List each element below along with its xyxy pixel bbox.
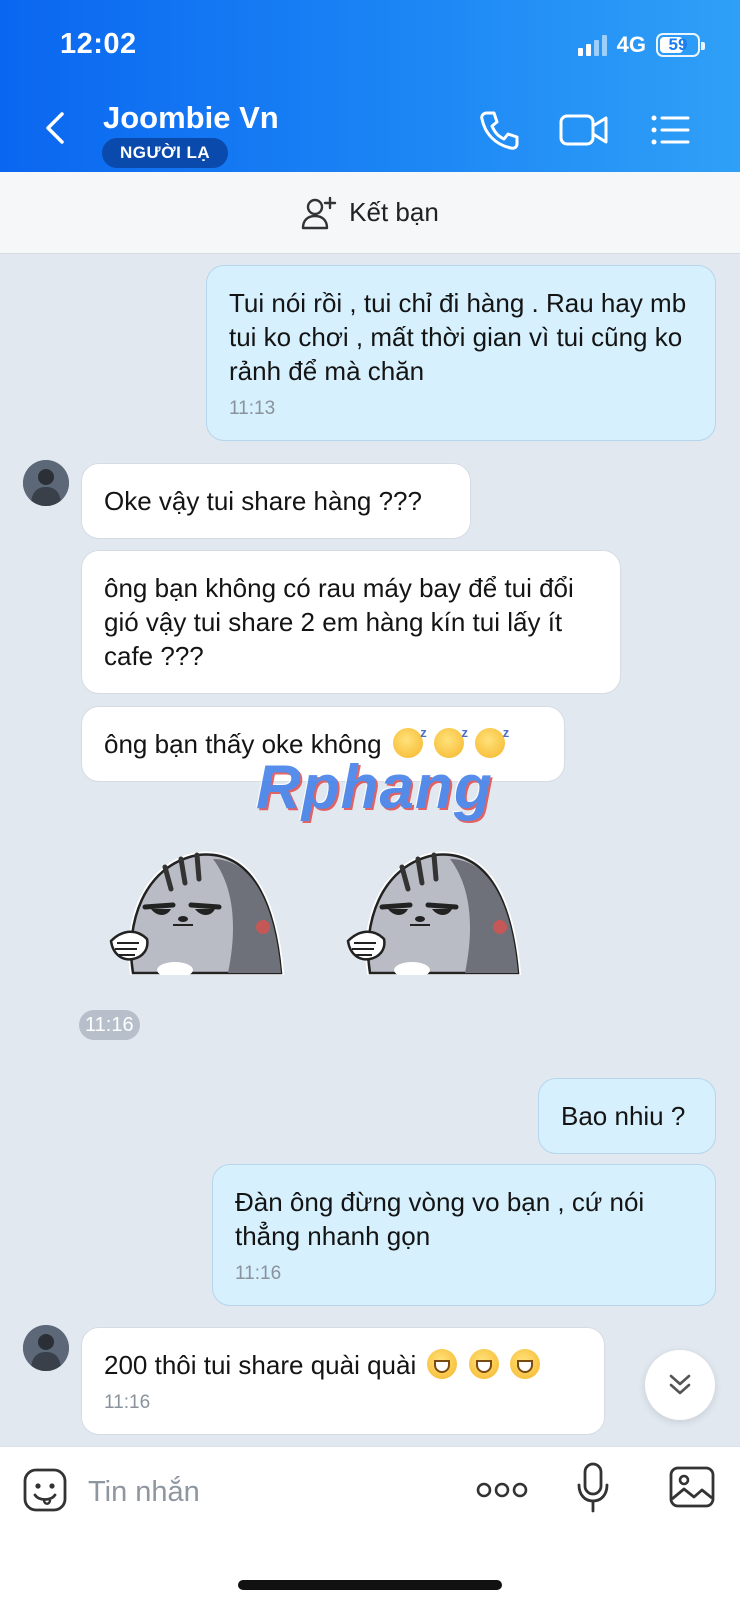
battery-level: 59 [668,35,688,54]
message-bubble-sent[interactable]: Tui nói rồi , tui chỉ đi hàng . Rau hay … [206,265,716,441]
add-friend-label: Kết bạn [349,197,439,227]
message-text: Oke vậy tui share hàng ??? [104,486,422,516]
chevron-left-icon [46,112,64,144]
message-text: Bao nhiu ? [561,1101,686,1131]
message-text: 200 thôi tui share quài quài [104,1350,417,1380]
status-indicators: 4G 59 [577,32,705,58]
gallery-button[interactable] [668,1465,716,1509]
signal-icon [577,34,607,56]
video-camera-icon [559,114,608,146]
add-friend-button[interactable]: Kết bạn [0,172,740,254]
message-bubble-received[interactable]: ông bạn không có rau máy bay để tui đổi … [81,550,621,694]
list-menu-icon [651,115,690,145]
grinning-face-emoji-icon [427,1349,458,1379]
sticker-thinking-cat[interactable] [103,845,293,978]
scroll-to-bottom-button[interactable] [645,1350,715,1420]
sticker-button[interactable] [22,1467,68,1513]
smiley-sticker-icon [23,1468,67,1512]
battery-icon: 59 [656,33,705,57]
grinning-face-emoji-icon [509,1349,540,1379]
grinning-face-emoji-icon [468,1349,499,1379]
home-indicator[interactable] [238,1580,502,1590]
avatar[interactable] [23,1325,69,1371]
phone-icon [480,111,519,150]
microphone-icon [577,1462,609,1513]
watermark-logo: Rphang [256,753,493,822]
message-time: 11:16 [235,1263,282,1284]
add-friend-icon [301,196,337,229]
more-options-button[interactable] [474,1475,530,1505]
sticker-time: 11:16 [79,1010,140,1040]
voice-call-button[interactable] [477,108,525,152]
stranger-badge: NGƯỜI LẠ [102,138,229,168]
message-bubble-received[interactable]: 200 thôi tui share quài quài 11:16 [81,1327,605,1435]
contact-name[interactable]: Joombie Vn [103,100,279,136]
options-menu-button[interactable] [648,108,696,152]
chat-header: 12:02 4G 59 Joombie Vn NGƯỜI LẠ [0,0,740,172]
message-text: Tui nói rồi , tui chỉ đi hàng . Rau hay … [229,288,687,386]
voice-message-button[interactable] [575,1461,611,1515]
message-text: ông bạn không có rau máy bay để tui đổi … [104,573,574,671]
double-chevron-down-icon [669,1374,691,1395]
image-gallery-icon [669,1466,715,1508]
message-bubble-sent[interactable]: Đàn ông đừng vòng vo bạn , cứ nói thẳng … [212,1164,716,1306]
message-text: Đàn ông đừng vòng vo bạn , cứ nói thẳng … [235,1187,645,1251]
video-call-button[interactable] [558,108,608,152]
message-composer [0,1446,740,1600]
status-time: 12:02 [60,28,137,60]
message-bubble-sent[interactable]: Bao nhiu ? [538,1078,716,1154]
sticker-thinking-cat[interactable] [340,845,530,978]
message-input[interactable] [88,1469,448,1515]
message-time: 11:13 [229,398,276,419]
avatar[interactable] [23,460,69,506]
message-bubble-received[interactable]: Oke vậy tui share hàng ??? [81,463,471,539]
network-type: 4G [616,32,646,57]
more-dots-icon [476,1482,528,1498]
back-button[interactable] [36,108,76,148]
message-time: 11:16 [104,1392,151,1413]
